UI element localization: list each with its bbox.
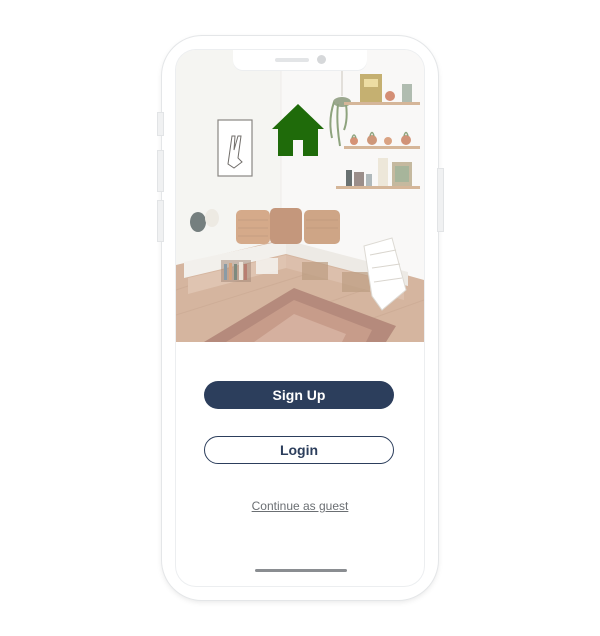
phone-volume-down-button — [157, 200, 164, 242]
phone-volume-up-button — [157, 150, 164, 192]
phone-power-button — [437, 168, 444, 232]
hero-image — [176, 50, 424, 342]
login-button[interactable]: Login — [204, 436, 394, 464]
home-icon — [272, 104, 324, 156]
home-indicator — [255, 569, 347, 572]
front-camera — [317, 55, 326, 64]
continue-as-guest-link[interactable]: Continue as guest — [176, 499, 424, 513]
phone-notch — [233, 50, 367, 70]
phone-frame: Sign Up Login Continue as guest — [157, 36, 444, 600]
sign-up-button[interactable]: Sign Up — [204, 381, 394, 409]
speaker-grille — [275, 58, 309, 62]
app-screen: Sign Up Login Continue as guest — [176, 50, 424, 586]
phone-silent-switch — [157, 112, 164, 136]
